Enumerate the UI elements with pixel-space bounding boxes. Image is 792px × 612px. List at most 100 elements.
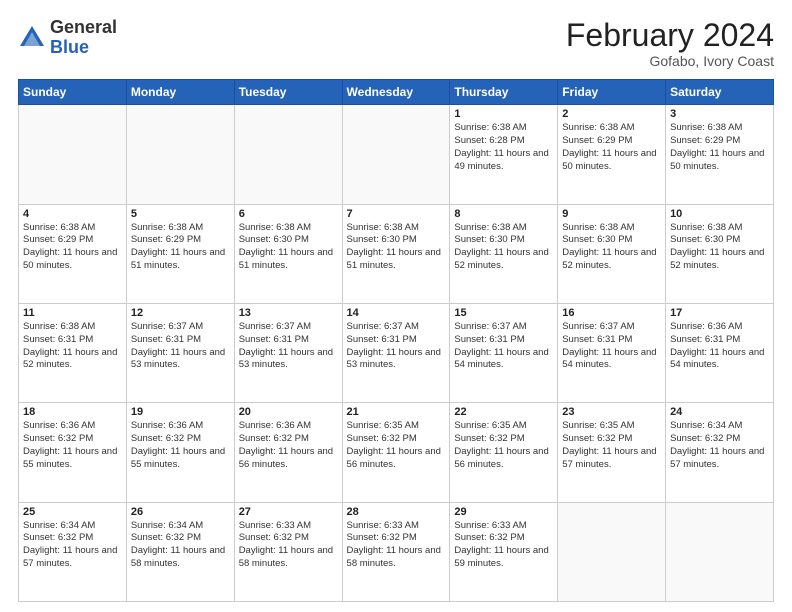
day-info: Sunrise: 6:37 AM Sunset: 6:31 PM Dayligh… [454,321,553,372]
calendar-cell: 11 Sunrise: 6:38 AM Sunset: 6:31 PM Dayli… [19,303,127,402]
day-info: Sunrise: 6:35 AM Sunset: 6:32 PM Dayligh… [562,420,661,471]
calendar-week-3: 11 Sunrise: 6:38 AM Sunset: 6:31 PM Dayli… [19,303,774,402]
calendar-cell: 29 Sunrise: 6:33 AM Sunset: 6:32 PM Dayli… [450,502,558,601]
page: General Blue February 2024 Gofabo, Ivory… [0,0,792,612]
calendar-cell: 26Sunrise: 6:34 AM Sunset: 6:32 PM Dayli… [126,502,234,601]
day-number: 22 [454,406,553,418]
location: Gofabo, Ivory Coast [566,53,774,69]
calendar-cell: 16 Sunrise: 6:37 AM Sunset: 6:31 PM Dayli… [558,303,666,402]
day-info: Sunrise: 6:37 AM Sunset: 6:31 PM Dayligh… [347,321,446,372]
calendar-cell: 9 Sunrise: 6:38 AM Sunset: 6:30 PM Daylig… [558,204,666,303]
calendar-cell: 7 Sunrise: 6:38 AM Sunset: 6:30 PM Daylig… [342,204,450,303]
calendar-cell: 15 Sunrise: 6:37 AM Sunset: 6:31 PM Dayli… [450,303,558,402]
calendar-cell: 17 Sunrise: 6:36 AM Sunset: 6:31 PM Dayli… [666,303,774,402]
logo-text: General Blue [50,18,117,58]
calendar-header-row: SundayMondayTuesdayWednesdayThursdayFrid… [19,80,774,105]
calendar-cell: 24 Sunrise: 6:34 AM Sunset: 6:32 PM Dayli… [666,403,774,502]
day-number: 12 [131,307,230,319]
calendar-cell: 3 Sunrise: 6:38 AM Sunset: 6:29 PM Daylig… [666,105,774,204]
day-info: Sunrise: 6:38 AM Sunset: 6:28 PM Dayligh… [454,122,553,173]
logo: General Blue [18,18,117,58]
day-info: Sunrise: 6:38 AM Sunset: 6:29 PM Dayligh… [670,122,769,173]
calendar-header-tuesday: Tuesday [234,80,342,105]
day-info: Sunrise: 6:38 AM Sunset: 6:30 PM Dayligh… [347,222,446,273]
calendar-cell [558,502,666,601]
day-info: Sunrise: 6:38 AM Sunset: 6:31 PM Dayligh… [23,321,122,372]
day-info: Sunrise: 6:38 AM Sunset: 6:30 PM Dayligh… [454,222,553,273]
calendar-cell: 1Sunrise: 6:38 AM Sunset: 6:28 PM Daylig… [450,105,558,204]
calendar-header-thursday: Thursday [450,80,558,105]
calendar-cell: 6Sunrise: 6:38 AM Sunset: 6:30 PM Daylig… [234,204,342,303]
day-number: 5 [131,208,230,220]
day-info: Sunrise: 6:33 AM Sunset: 6:32 PM Dayligh… [347,520,446,571]
calendar-cell: 22 Sunrise: 6:35 AM Sunset: 6:32 PM Dayli… [450,403,558,502]
calendar-cell: 23 Sunrise: 6:35 AM Sunset: 6:32 PM Dayli… [558,403,666,502]
day-number: 25 [23,506,122,518]
calendar-table: SundayMondayTuesdayWednesdayThursdayFrid… [18,79,774,602]
day-number: 11 [23,307,122,319]
calendar-cell [19,105,127,204]
day-info: Sunrise: 6:34 AM Sunset: 6:32 PM Dayligh… [23,520,122,571]
day-number: 19 [131,406,230,418]
calendar-cell: 28Sunrise: 6:33 AM Sunset: 6:32 PM Dayli… [342,502,450,601]
day-info: Sunrise: 6:36 AM Sunset: 6:31 PM Dayligh… [670,321,769,372]
calendar-cell: 20Sunrise: 6:36 AM Sunset: 6:32 PM Dayli… [234,403,342,502]
day-number: 21 [347,406,446,418]
calendar-week-5: 25 Sunrise: 6:34 AM Sunset: 6:32 PM Dayli… [19,502,774,601]
calendar-header-saturday: Saturday [666,80,774,105]
day-number: 24 [670,406,769,418]
calendar-week-4: 18Sunrise: 6:36 AM Sunset: 6:32 PM Dayli… [19,403,774,502]
day-number: 7 [347,208,446,220]
calendar-cell: 8 Sunrise: 6:38 AM Sunset: 6:30 PM Daylig… [450,204,558,303]
calendar-header-friday: Friday [558,80,666,105]
day-info: Sunrise: 6:37 AM Sunset: 6:31 PM Dayligh… [131,321,230,372]
calendar-header-wednesday: Wednesday [342,80,450,105]
day-number: 13 [239,307,338,319]
day-info: Sunrise: 6:34 AM Sunset: 6:32 PM Dayligh… [670,420,769,471]
calendar-cell: 5 Sunrise: 6:38 AM Sunset: 6:29 PM Daylig… [126,204,234,303]
day-info: Sunrise: 6:38 AM Sunset: 6:30 PM Dayligh… [670,222,769,273]
title-block: February 2024 Gofabo, Ivory Coast [566,18,774,69]
day-number: 16 [562,307,661,319]
day-number: 9 [562,208,661,220]
header: General Blue February 2024 Gofabo, Ivory… [18,18,774,69]
calendar-cell [126,105,234,204]
calendar-cell: 19 Sunrise: 6:36 AM Sunset: 6:32 PM Dayli… [126,403,234,502]
day-number: 20 [239,406,338,418]
day-number: 3 [670,108,769,120]
logo-blue: Blue [50,37,89,57]
day-info: Sunrise: 6:38 AM Sunset: 6:30 PM Dayligh… [562,222,661,273]
day-number: 26 [131,506,230,518]
calendar-cell [234,105,342,204]
day-info: Sunrise: 6:38 AM Sunset: 6:29 PM Dayligh… [23,222,122,273]
day-number: 23 [562,406,661,418]
logo-general: General [50,17,117,37]
day-info: Sunrise: 6:33 AM Sunset: 6:32 PM Dayligh… [454,520,553,571]
day-number: 10 [670,208,769,220]
day-info: Sunrise: 6:35 AM Sunset: 6:32 PM Dayligh… [347,420,446,471]
day-info: Sunrise: 6:38 AM Sunset: 6:29 PM Dayligh… [562,122,661,173]
day-info: Sunrise: 6:36 AM Sunset: 6:32 PM Dayligh… [131,420,230,471]
calendar-header-sunday: Sunday [19,80,127,105]
day-info: Sunrise: 6:38 AM Sunset: 6:29 PM Dayligh… [131,222,230,273]
day-number: 15 [454,307,553,319]
calendar-cell: 18Sunrise: 6:36 AM Sunset: 6:32 PM Dayli… [19,403,127,502]
calendar-cell: 25 Sunrise: 6:34 AM Sunset: 6:32 PM Dayli… [19,502,127,601]
calendar-cell: 14 Sunrise: 6:37 AM Sunset: 6:31 PM Dayli… [342,303,450,402]
day-number: 14 [347,307,446,319]
day-info: Sunrise: 6:37 AM Sunset: 6:31 PM Dayligh… [562,321,661,372]
day-number: 4 [23,208,122,220]
day-info: Sunrise: 6:35 AM Sunset: 6:32 PM Dayligh… [454,420,553,471]
day-info: Sunrise: 6:38 AM Sunset: 6:30 PM Dayligh… [239,222,338,273]
day-number: 17 [670,307,769,319]
calendar-header-monday: Monday [126,80,234,105]
month-year: February 2024 [566,18,774,53]
day-number: 27 [239,506,338,518]
calendar-cell: 27Sunrise: 6:33 AM Sunset: 6:32 PM Dayli… [234,502,342,601]
calendar-cell: 13 Sunrise: 6:37 AM Sunset: 6:31 PM Dayli… [234,303,342,402]
day-number: 8 [454,208,553,220]
day-number: 29 [454,506,553,518]
day-number: 2 [562,108,661,120]
calendar-cell: 21 Sunrise: 6:35 AM Sunset: 6:32 PM Dayli… [342,403,450,502]
day-info: Sunrise: 6:37 AM Sunset: 6:31 PM Dayligh… [239,321,338,372]
